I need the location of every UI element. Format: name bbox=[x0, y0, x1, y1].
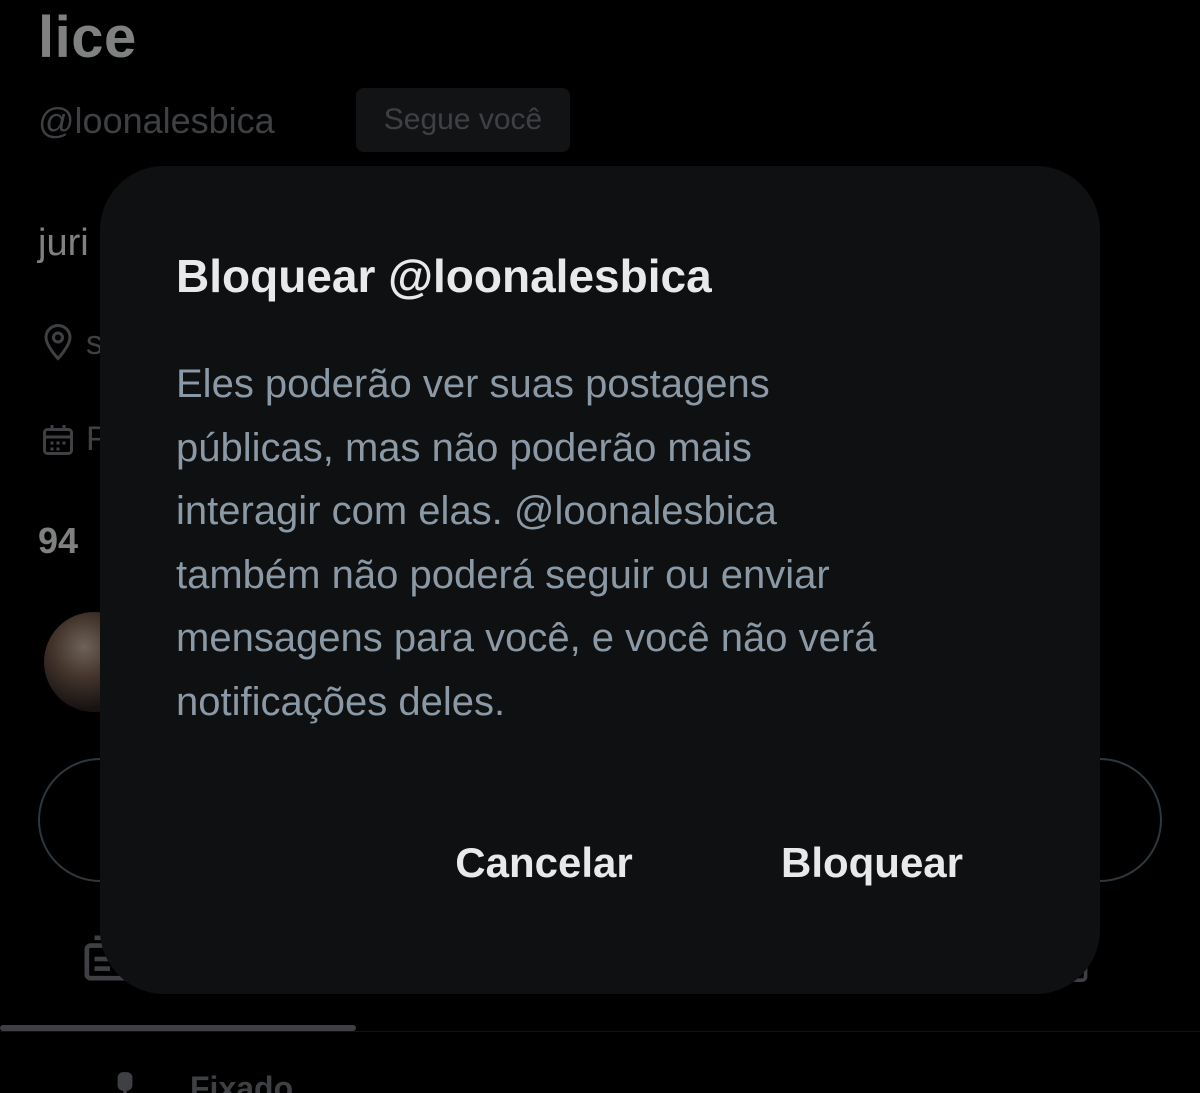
screen: lice @loonalesbica Segue você juri s F 9… bbox=[0, 0, 1200, 1093]
dialog-message-line: notificações deles. bbox=[176, 679, 506, 724]
dialog-message-line: interagir com elas. @loonalesbica bbox=[176, 489, 777, 533]
block-confirm-button[interactable]: Bloquear bbox=[770, 828, 974, 898]
cancel-button[interactable]: Cancelar bbox=[444, 828, 644, 898]
dialog-message: Eles poderão ver suas postagens públicas… bbox=[176, 353, 1016, 734]
dialog-message-line: públicas, mas não poderão mais bbox=[176, 425, 752, 470]
dialog-message-line: Eles poderão ver suas postagens bbox=[176, 362, 770, 406]
dialog-message-line: também não poderá seguir ou enviar bbox=[176, 552, 830, 597]
block-confirmation-dialog: Bloquear @loonalesbica Eles poderão ver … bbox=[100, 166, 1100, 994]
dialog-message-line: mensagens para você, e você não verá bbox=[176, 616, 877, 660]
dialog-title: Bloquear @loonalesbica bbox=[176, 250, 712, 302]
